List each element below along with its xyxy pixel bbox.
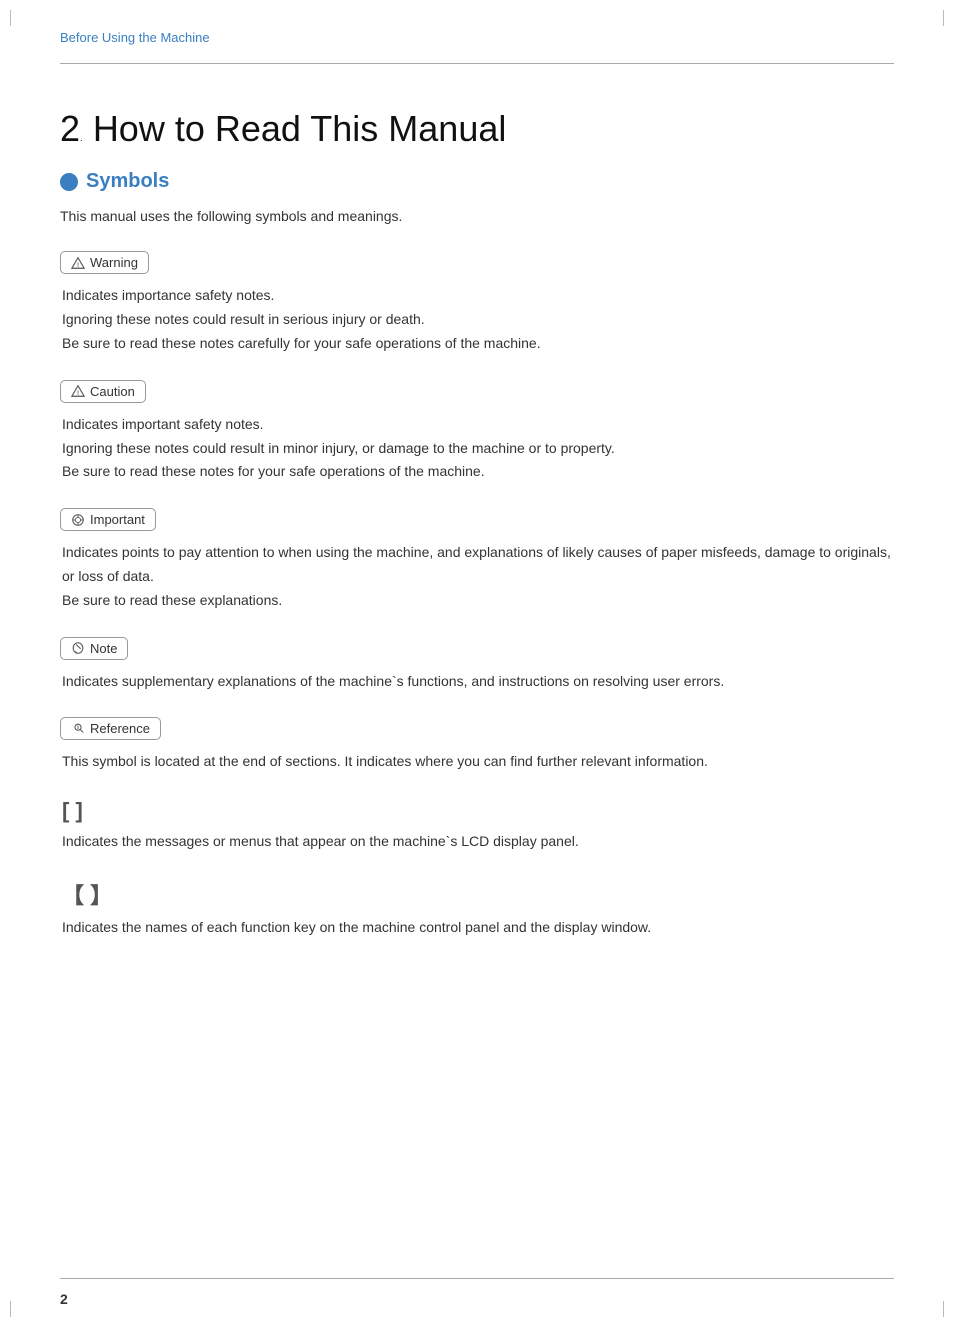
important-desc: Indicates points to pay attention to whe… bbox=[62, 541, 894, 612]
svg-text:!: ! bbox=[77, 262, 79, 269]
square-bracket-symbol: [ ] bbox=[62, 798, 894, 824]
note-icon bbox=[71, 641, 85, 655]
reference-desc: This symbol is located at the end of sec… bbox=[62, 750, 894, 774]
section-heading: Symbols bbox=[60, 170, 894, 193]
header-section: Before Using the Machine bbox=[0, 0, 954, 63]
symbol-block-caution: ! Caution Indicates important safety not… bbox=[60, 380, 894, 484]
caution-badge: ! Caution bbox=[60, 380, 146, 403]
section-title: Symbols bbox=[86, 170, 169, 193]
important-icon bbox=[71, 513, 85, 527]
page-container: Before Using the Machine 2. How to Read … bbox=[0, 0, 954, 1327]
important-badge: Important bbox=[60, 508, 156, 531]
breadcrumb: Before Using the Machine bbox=[60, 30, 894, 45]
symbol-block-reference: Reference This symbol is located at the … bbox=[60, 717, 894, 774]
note-label: Note bbox=[90, 641, 117, 656]
bold-bracket-desc: Indicates the names of each function key… bbox=[62, 916, 894, 940]
symbol-block-square-bracket: [ ] Indicates the messages or menus that… bbox=[60, 798, 894, 854]
caution-icon: ! bbox=[71, 384, 85, 398]
caution-label: Caution bbox=[90, 384, 135, 399]
section-intro: This manual uses the following symbols a… bbox=[60, 205, 894, 227]
reference-icon bbox=[71, 722, 85, 736]
footer: 2 bbox=[0, 1278, 954, 1327]
warning-badge: ! Warning bbox=[60, 251, 149, 274]
section-dot-icon bbox=[60, 173, 78, 191]
symbol-block-note: Note Indicates supplementary explanation… bbox=[60, 637, 894, 694]
caution-desc: Indicates important safety notes. Ignori… bbox=[62, 413, 894, 484]
square-bracket-desc: Indicates the messages or menus that app… bbox=[62, 830, 894, 854]
chapter-heading: 2. How to Read This Manual bbox=[60, 108, 894, 150]
symbol-block-bold-bracket: 【 】 Indicates the names of each function… bbox=[60, 878, 894, 940]
corner-tr bbox=[928, 10, 944, 26]
chapter-number: 2. bbox=[60, 108, 83, 150]
main-content: 2. How to Read This Manual Symbols This … bbox=[0, 64, 954, 1024]
warning-desc: Indicates importance safety notes. Ignor… bbox=[62, 284, 894, 355]
corner-tl bbox=[10, 10, 26, 26]
symbol-block-important: Important Indicates points to pay attent… bbox=[60, 508, 894, 612]
reference-badge: Reference bbox=[60, 717, 161, 740]
important-label: Important bbox=[90, 512, 145, 527]
chapter-title: How to Read This Manual bbox=[93, 108, 507, 150]
bold-bracket-symbol: 【 】 bbox=[62, 878, 894, 910]
warning-icon: ! bbox=[71, 256, 85, 270]
reference-label: Reference bbox=[90, 721, 150, 736]
symbol-block-warning: ! Warning Indicates importance safety no… bbox=[60, 251, 894, 355]
svg-text:!: ! bbox=[77, 390, 79, 397]
note-desc: Indicates supplementary explanations of … bbox=[62, 670, 894, 694]
warning-label: Warning bbox=[90, 255, 138, 270]
footer-page-number: 2 bbox=[0, 1279, 954, 1327]
note-badge: Note bbox=[60, 637, 128, 660]
